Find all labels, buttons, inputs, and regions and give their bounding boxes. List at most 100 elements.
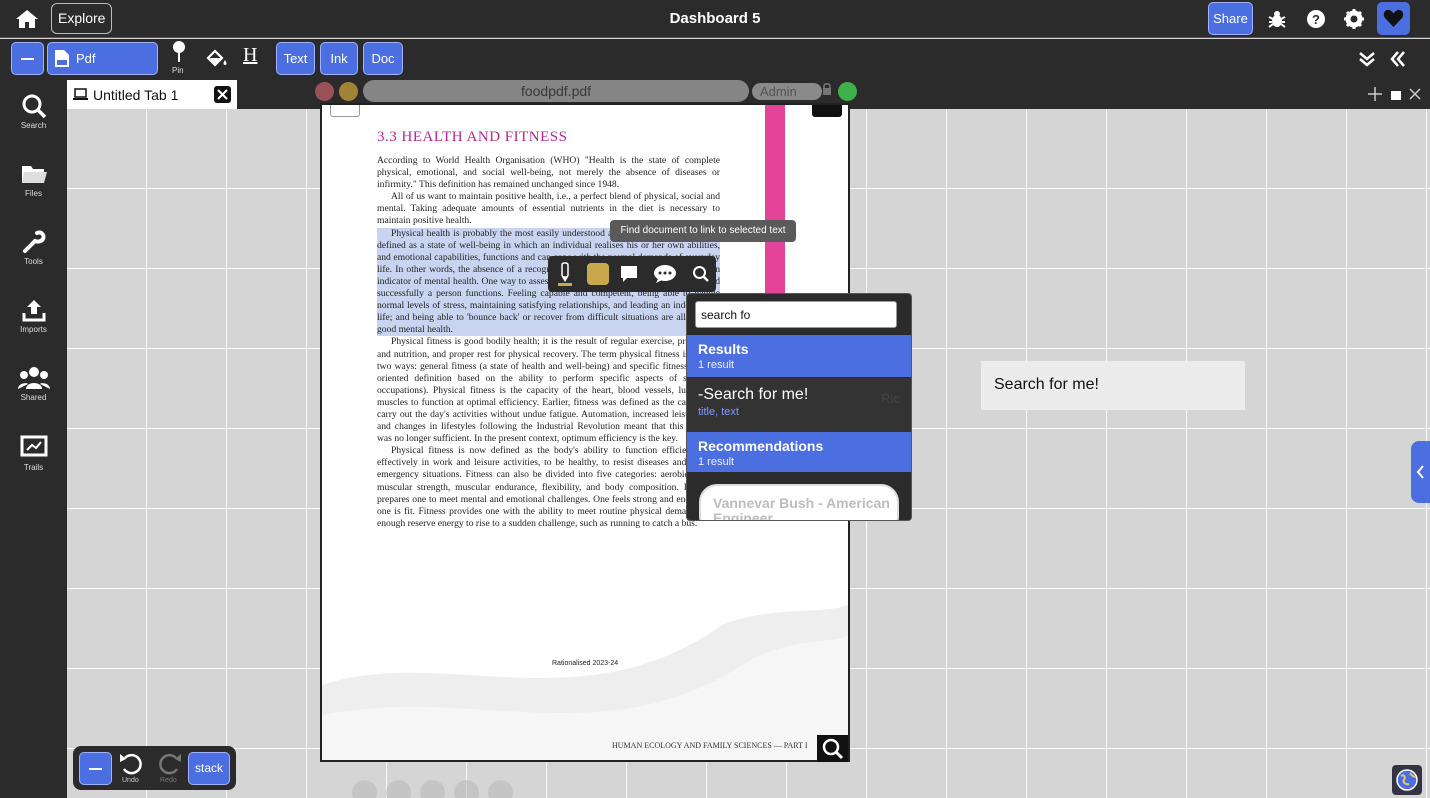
users-icon bbox=[17, 367, 50, 389]
properties-panel-toggle[interactable] bbox=[1411, 441, 1430, 503]
presentation-icon bbox=[20, 435, 47, 457]
close-window-icon[interactable] bbox=[1408, 86, 1422, 107]
recommendations-count: 1 result bbox=[698, 456, 735, 468]
page-decoration bbox=[322, 605, 848, 760]
recommendation-card[interactable]: Vannevar Bush - American Engineer bbox=[699, 484, 899, 520]
stack-button[interactable]: stack bbox=[188, 752, 230, 785]
heart-button[interactable] bbox=[1377, 2, 1410, 35]
home-icon[interactable] bbox=[14, 8, 40, 30]
bottom-toolbar: Undo Redo stack bbox=[73, 746, 236, 790]
annotation-toolbar bbox=[548, 256, 716, 292]
paint-bucket-icon[interactable] bbox=[205, 47, 229, 74]
sidebar-item-files[interactable]: Files bbox=[0, 161, 67, 216]
collapse-button[interactable] bbox=[11, 42, 44, 75]
admin-badge: Admin bbox=[752, 83, 822, 100]
undo-label: Undo bbox=[122, 777, 139, 784]
minus-icon bbox=[21, 58, 34, 60]
link-search-panel: Results 1 result -Search for me! title, … bbox=[686, 293, 912, 521]
pdf-label: Pdf bbox=[76, 51, 96, 66]
admin-label: Admin bbox=[760, 84, 797, 99]
close-dot[interactable] bbox=[315, 82, 334, 101]
add-tab-icon[interactable] bbox=[1367, 86, 1383, 107]
tab-untitled-1[interactable]: Untitled Tab 1 bbox=[67, 80, 237, 110]
link-icon[interactable] bbox=[352, 780, 377, 798]
close-icon bbox=[217, 89, 228, 100]
rationalised-note: Rationalised 2023-24 bbox=[552, 660, 619, 667]
chevron-left-icon bbox=[1416, 465, 1424, 479]
top-bar: Explore Dashboard 5 Share ? bbox=[0, 0, 1430, 38]
bug-icon[interactable] bbox=[1266, 8, 1288, 30]
ink-button[interactable]: Ink bbox=[320, 42, 358, 75]
minus-icon bbox=[89, 768, 102, 770]
heading-glyph: H bbox=[243, 44, 258, 66]
highlight-color-swatch[interactable] bbox=[587, 263, 609, 285]
redo-label: Redo bbox=[160, 777, 177, 784]
svg-text:?: ? bbox=[1312, 12, 1320, 27]
maximize-icon[interactable] bbox=[1390, 86, 1402, 107]
heart-outline-icon[interactable] bbox=[386, 780, 411, 798]
share-button[interactable]: Share bbox=[1208, 2, 1253, 35]
search-input[interactable] bbox=[695, 301, 897, 328]
document-toolbar: Pdf Pin H Text Ink Doc bbox=[0, 39, 1430, 79]
search-result-item[interactable]: -Search for me! title, text Ric bbox=[687, 378, 911, 432]
globe-icon bbox=[1396, 769, 1418, 791]
laptop-icon bbox=[73, 88, 88, 100]
comment-icon[interactable] bbox=[620, 265, 638, 288]
left-sidebar: Search Files Tools Imports Shared Trails bbox=[0, 79, 67, 798]
heart-icon bbox=[1383, 9, 1404, 27]
heading-icon[interactable]: H bbox=[243, 44, 257, 67]
paragraph: According to World Health Organisation (… bbox=[377, 155, 720, 191]
double-chevron-left-icon[interactable] bbox=[1388, 49, 1408, 74]
doc-button[interactable]: Doc bbox=[363, 42, 403, 75]
sidebar-item-search[interactable]: Search bbox=[0, 93, 67, 148]
text-note[interactable]: Search for me! bbox=[981, 361, 1245, 410]
sidebar-item-shared[interactable]: Shared bbox=[0, 365, 67, 420]
paragraph: Physical fitness is now defined as the b… bbox=[377, 445, 720, 529]
tab-close-button[interactable] bbox=[214, 86, 231, 103]
sidebar-item-label: Trails bbox=[23, 463, 44, 472]
pin-bottom-icon[interactable] bbox=[420, 780, 445, 798]
wrench-icon bbox=[22, 230, 45, 253]
help-icon[interactable]: ? bbox=[1305, 8, 1327, 30]
text-button[interactable]: Text bbox=[276, 42, 315, 75]
double-chevron-down-icon[interactable] bbox=[1357, 49, 1377, 74]
highlighter-icon[interactable] bbox=[556, 261, 574, 292]
folder-icon bbox=[21, 166, 47, 183]
chat-bubbles-icon[interactable] bbox=[653, 264, 677, 289]
results-title: Results bbox=[698, 341, 749, 357]
document-title[interactable]: foodpdf.pdf bbox=[363, 80, 749, 102]
minimize-dot[interactable] bbox=[339, 82, 358, 101]
status-dot bbox=[838, 82, 857, 101]
explore-button[interactable]: Explore bbox=[51, 3, 113, 34]
result-author: Ric bbox=[881, 391, 900, 406]
upload-icon bbox=[22, 300, 45, 322]
globe-button[interactable] bbox=[1392, 765, 1422, 795]
result-fields: title, text bbox=[698, 406, 739, 418]
recommendations-header: Recommendations 1 result bbox=[687, 432, 911, 472]
tab-label: Untitled Tab 1 bbox=[93, 87, 179, 103]
sidebar-item-imports[interactable]: Imports bbox=[0, 297, 67, 352]
sidebar-item-trails[interactable]: Trails bbox=[0, 435, 67, 490]
section-title: 3.3 HEALTH AND FITNESS bbox=[377, 129, 568, 145]
search-link-icon[interactable] bbox=[692, 265, 710, 288]
pin-label: Pin bbox=[172, 66, 184, 75]
search-icon bbox=[22, 94, 46, 119]
page-footer: HUMAN ECOLOGY AND FAMILY SCIENCES — PART… bbox=[612, 741, 808, 750]
pdf-file-icon bbox=[55, 50, 69, 67]
settings-icon[interactable] bbox=[1343, 8, 1365, 30]
microphone-icon[interactable] bbox=[454, 780, 479, 798]
pdf-type-button[interactable]: Pdf bbox=[47, 42, 158, 75]
sidebar-item-tools[interactable]: Tools bbox=[0, 229, 67, 284]
menu-icon[interactable] bbox=[488, 780, 513, 798]
collapse-bottom-button[interactable] bbox=[79, 752, 112, 785]
result-title: -Search for me! bbox=[698, 386, 809, 403]
lock-icon[interactable] bbox=[822, 82, 832, 96]
sidebar-item-label: Shared bbox=[20, 393, 47, 402]
sidebar-item-label: Search bbox=[20, 121, 47, 130]
results-header: Results 1 result bbox=[687, 335, 911, 377]
document-search-button[interactable] bbox=[817, 735, 848, 762]
search-icon bbox=[822, 738, 844, 760]
page-frame-mark bbox=[330, 105, 360, 117]
results-count: 1 result bbox=[698, 359, 735, 371]
recommendations-title: Recommendations bbox=[698, 438, 824, 454]
